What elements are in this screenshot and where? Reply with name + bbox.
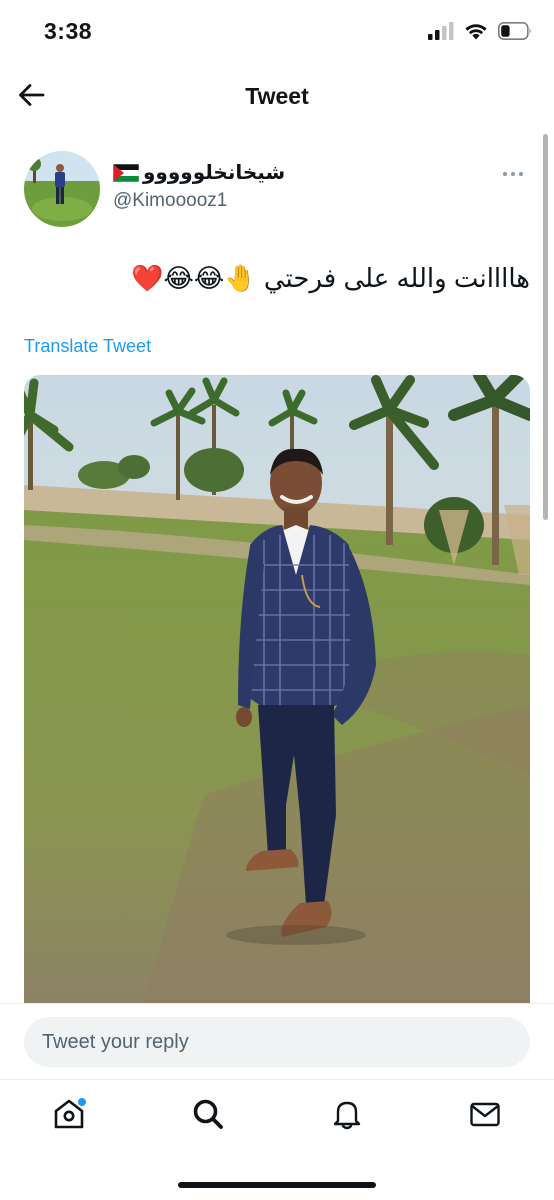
tab-notifications[interactable] (327, 1096, 367, 1136)
more-button[interactable] (498, 162, 528, 186)
page-title: Tweet (245, 83, 309, 109)
tweet-text: هاااانت والله على فرحتي 🤚😂😂❤️ (131, 263, 530, 293)
more-icon-dot (511, 172, 515, 176)
more-icon-dot (519, 172, 523, 176)
avatar[interactable] (24, 151, 100, 227)
display-name[interactable]: شيخانخلووووو (112, 160, 286, 185)
home-indicator[interactable] (178, 1182, 376, 1188)
scroll-indicator[interactable] (543, 134, 548, 520)
messages-icon (468, 1097, 502, 1136)
tweet-photo[interactable] (24, 375, 530, 1003)
wifi-icon (464, 22, 488, 45)
reply-bar (0, 1003, 554, 1079)
more-icon-dot (503, 172, 507, 176)
translate-tweet-link[interactable]: Translate Tweet (24, 336, 151, 357)
tab-home[interactable] (49, 1096, 89, 1136)
tab-bar (0, 1079, 554, 1200)
search-icon (191, 1097, 225, 1136)
display-name-text: شيخانخلووووو (143, 162, 286, 184)
status-bar: 3:38 (0, 0, 554, 66)
notifications-icon (330, 1097, 364, 1136)
unread-dot (78, 1098, 86, 1106)
header: Tweet (0, 66, 554, 130)
reply-input[interactable] (24, 1017, 530, 1067)
status-icons (428, 22, 532, 45)
battery-icon (498, 22, 532, 45)
username[interactable]: @Kimooooz1 (113, 190, 227, 212)
palestine-flag-icon (112, 163, 140, 182)
signal-icon (428, 22, 454, 45)
tab-search[interactable] (188, 1096, 228, 1136)
status-time: 3:38 (44, 18, 93, 44)
tab-messages[interactable] (465, 1096, 505, 1136)
